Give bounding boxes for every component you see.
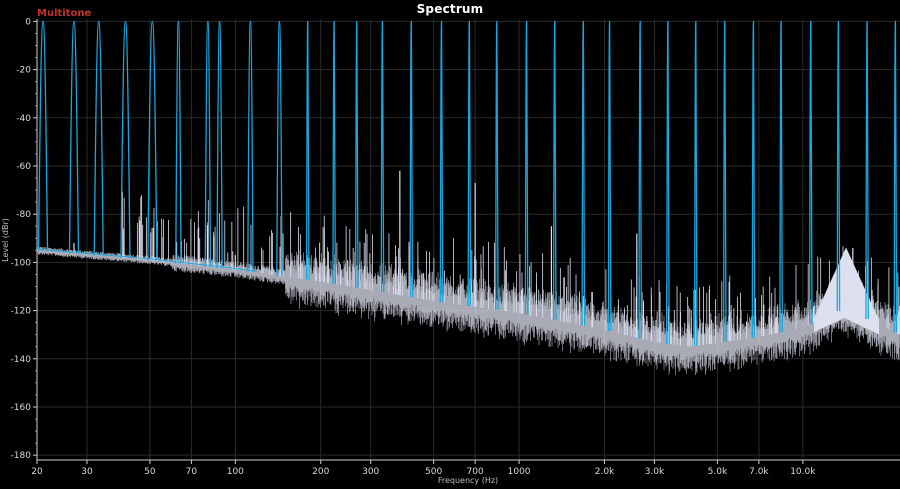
x-tick-label: 1000 bbox=[508, 467, 531, 477]
y-tick-label: -20 bbox=[16, 66, 31, 76]
y-axis-label: Level (dBr) bbox=[1, 218, 10, 262]
x-axis-label: Frequency (Hz) bbox=[438, 476, 498, 485]
spectrum-chart[interactable]: 0 -20 -40 -60 -80 -100 -120 -140 -160 -180 20 30 50… bbox=[0, 0, 900, 489]
y-tick-label: -120 bbox=[11, 307, 32, 317]
x-tick-label: 3.0k bbox=[645, 467, 665, 477]
spectrum-window: Spectrum Multitone 0 -20 -40 -60 -80 -100 -120… bbox=[0, 0, 900, 489]
y-ticks: 0 -20 -40 -60 -80 -100 -120 -140 -160 -180 bbox=[11, 17, 37, 461]
y-tick-label: -180 bbox=[11, 451, 32, 461]
y-tick-label: 0 bbox=[25, 17, 31, 27]
x-ticks: 20 30 50 70 100 200 300 500 700 1000 2.0k 3.0k 5.0k 7… bbox=[31, 460, 816, 477]
x-tick-label: 200 bbox=[312, 467, 329, 477]
x-tick-label: 20 bbox=[31, 467, 43, 477]
x-tick-label: 5.0k bbox=[708, 467, 728, 477]
x-tick-label: 2.0k bbox=[595, 467, 615, 477]
y-tick-label: -160 bbox=[11, 403, 32, 413]
x-tick-label: 7.0k bbox=[749, 467, 769, 477]
x-tick-label: 10.0k bbox=[790, 467, 816, 477]
y-tick-label: -60 bbox=[16, 162, 31, 172]
y-tick-label: -140 bbox=[11, 355, 32, 365]
x-tick-label: 70 bbox=[186, 467, 198, 477]
y-tick-label: -40 bbox=[16, 114, 31, 124]
x-tick-label: 50 bbox=[144, 467, 156, 477]
x-tick-label: 30 bbox=[81, 467, 93, 477]
x-tick-label: 300 bbox=[362, 467, 379, 477]
y-tick-label: -100 bbox=[11, 258, 32, 268]
y-tick-label: -80 bbox=[16, 210, 31, 220]
x-tick-label: 100 bbox=[227, 467, 244, 477]
